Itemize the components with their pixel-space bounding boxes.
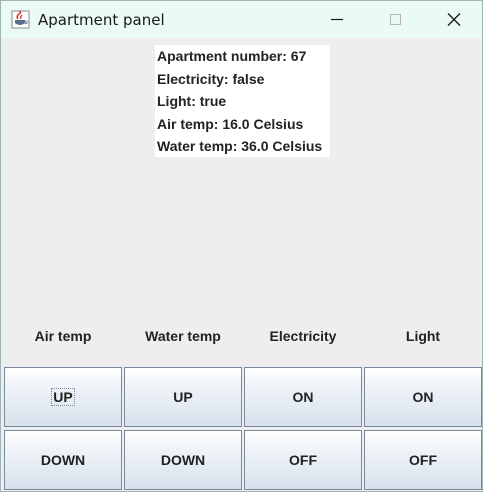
water-temp-down-button[interactable]: DOWN xyxy=(124,430,242,490)
title-bar[interactable]: Apartment panel xyxy=(1,1,482,38)
air-temp-up-button[interactable]: UP xyxy=(4,367,122,427)
light-status-text: Light: true xyxy=(157,93,227,109)
light-on-button[interactable]: ON xyxy=(364,367,482,427)
window-title: Apartment panel xyxy=(38,11,165,29)
air-temp-up-label: UP xyxy=(51,388,75,406)
minimize-icon xyxy=(331,18,343,21)
water-temp-text: Water temp: 36.0 Celsius xyxy=(157,138,323,154)
air-temp-down-button[interactable]: DOWN xyxy=(4,430,122,490)
close-button[interactable] xyxy=(424,1,482,38)
electricity-status-text: Electricity: false xyxy=(157,71,265,87)
java-cup-icon xyxy=(11,10,30,29)
maximize-icon xyxy=(390,14,401,25)
minimize-button[interactable] xyxy=(308,1,366,38)
apartment-number-text: Apartment number: 67 xyxy=(157,48,307,64)
air-temp-label: Air temp xyxy=(34,328,92,344)
close-icon xyxy=(447,13,461,26)
air-temp-text: Air temp: 16.0 Celsius xyxy=(157,116,304,132)
water-temp-up-button[interactable]: UP xyxy=(124,367,242,427)
maximize-button[interactable] xyxy=(366,1,424,38)
electricity-label: Electricity xyxy=(269,328,337,344)
electricity-off-button[interactable]: OFF xyxy=(244,430,362,490)
water-temp-label: Water temp xyxy=(145,328,221,344)
apartment-panel-window: Apartment panel Apartment number: 67 Ele… xyxy=(0,0,483,492)
electricity-on-button[interactable]: ON xyxy=(244,367,362,427)
light-off-button[interactable]: OFF xyxy=(364,430,482,490)
light-label: Light xyxy=(405,328,441,344)
apartment-info-panel: Apartment number: 67 Electricity: false … xyxy=(155,45,330,157)
